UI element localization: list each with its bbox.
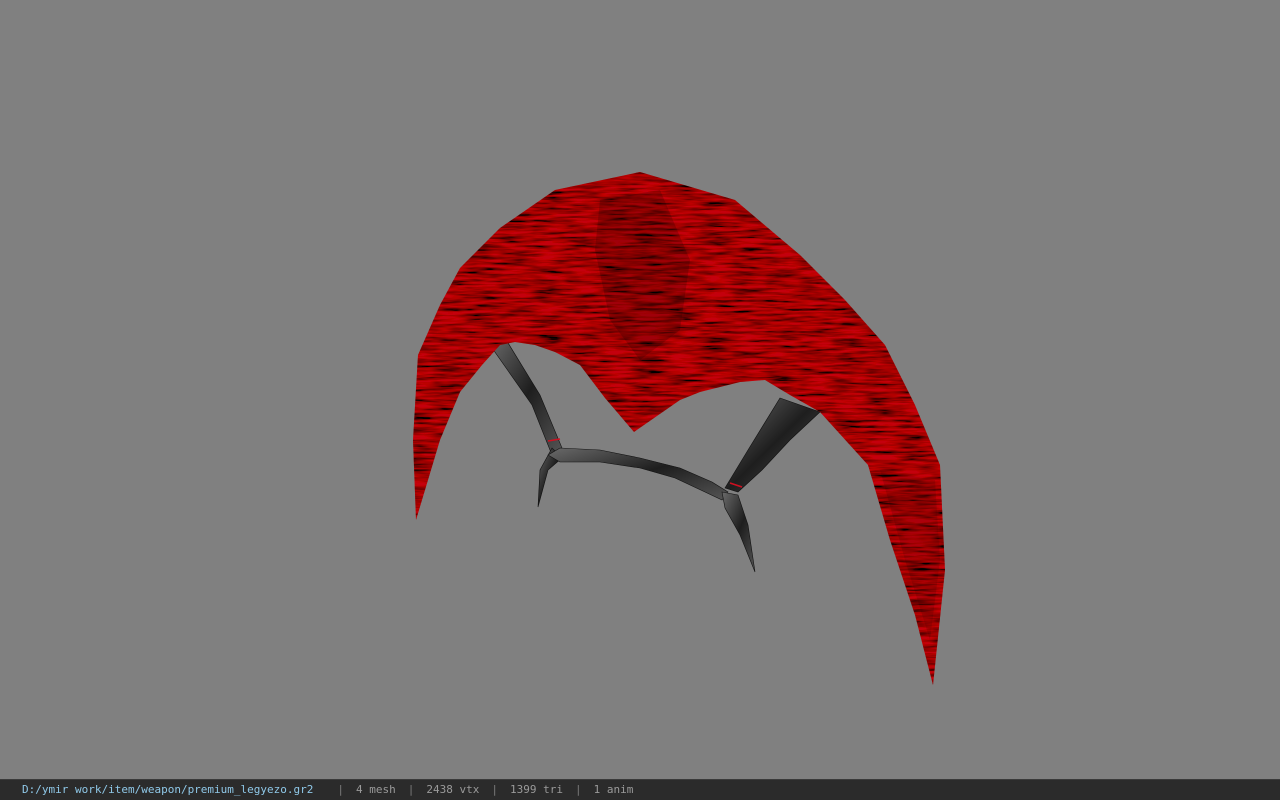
model-render xyxy=(413,172,945,685)
bow-limb xyxy=(413,172,945,685)
vertex-count: 2438 vtx xyxy=(426,783,480,796)
separator: | xyxy=(407,783,415,796)
separator: | xyxy=(491,783,499,796)
mesh-count: 4 mesh xyxy=(356,783,396,796)
anim-count: 1 anim xyxy=(593,783,634,796)
status-bar: D:/ymir work/item/weapon/premium_legyezo… xyxy=(0,779,1280,800)
file-path: D:/ymir work/item/weapon/premium_legyezo… xyxy=(22,783,314,796)
separator: | xyxy=(575,783,582,796)
separator: | xyxy=(337,783,345,796)
3d-viewport[interactable] xyxy=(0,0,1280,779)
triangle-count: 1399 tri xyxy=(510,783,563,796)
